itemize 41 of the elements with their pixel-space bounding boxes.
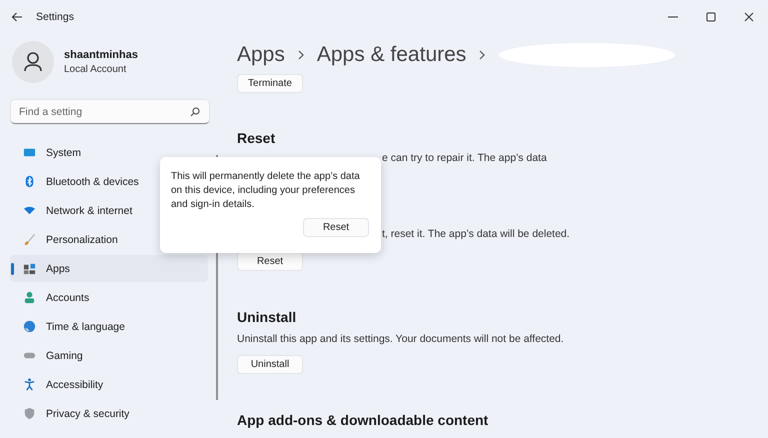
apps-icon — [23, 262, 36, 275]
nav-item[interactable]: Time & language — [10, 313, 208, 340]
chevron-icon — [478, 50, 486, 60]
nav-item[interactable]: Accounts — [10, 284, 208, 311]
accessibility-icon — [23, 378, 36, 391]
globe-icon — [23, 320, 36, 333]
back-icon[interactable] — [11, 11, 23, 23]
maximize-icon[interactable] — [706, 12, 716, 22]
account-name: shaantminhas — [64, 49, 138, 61]
person-icon — [23, 291, 36, 304]
nav-item[interactable]: Personalization — [10, 226, 208, 253]
description-text: e can try to repair it. The app’s data — [382, 152, 547, 164]
uninstall-button[interactable]: Uninstall — [237, 355, 303, 374]
shield-icon — [23, 407, 36, 420]
popup-message: This will permanently delete the app’s data on this device, including your preferences and sign-in details. — [171, 170, 361, 212]
section-heading: App add-ons & downloadable content — [237, 412, 490, 428]
description-text: Uninstall this app and its settings. Your documents will not be affected. — [237, 333, 565, 345]
nav-item[interactable]: Privacy & security — [10, 400, 208, 427]
nav-item[interactable]: Gaming — [10, 342, 208, 369]
window-title: Settings — [36, 11, 74, 23]
section-heading: Reset — [237, 130, 276, 146]
monitor-icon — [23, 146, 36, 159]
nav-item[interactable]: Accessibility — [10, 371, 208, 398]
account-type: Local Account — [64, 64, 128, 75]
close-icon[interactable] — [744, 12, 754, 22]
brush-icon — [23, 233, 36, 246]
search-field[interactable]: Find a setting — [11, 100, 209, 124]
chevron-icon — [296, 50, 305, 60]
breadcrumb-item: Apps & features — [316, 43, 466, 67]
section-heading: Uninstall — [237, 309, 298, 325]
description-text: t, reset it. The app’s data will be deleted. — [382, 228, 570, 240]
breadcrumb-item[interactable]: Apps — [237, 43, 285, 67]
reset-button[interactable]: Reset — [237, 252, 303, 271]
nav-item[interactable]: Apps — [10, 255, 208, 282]
nav-item[interactable]: System — [10, 139, 208, 166]
terminate-button[interactable]: Terminate — [237, 74, 303, 93]
person-icon — [24, 52, 42, 72]
wifi-icon — [23, 204, 36, 217]
search-icon[interactable] — [190, 107, 200, 117]
bluetooth-icon — [23, 175, 36, 188]
confirm-reset-button[interactable]: Reset — [303, 218, 369, 237]
